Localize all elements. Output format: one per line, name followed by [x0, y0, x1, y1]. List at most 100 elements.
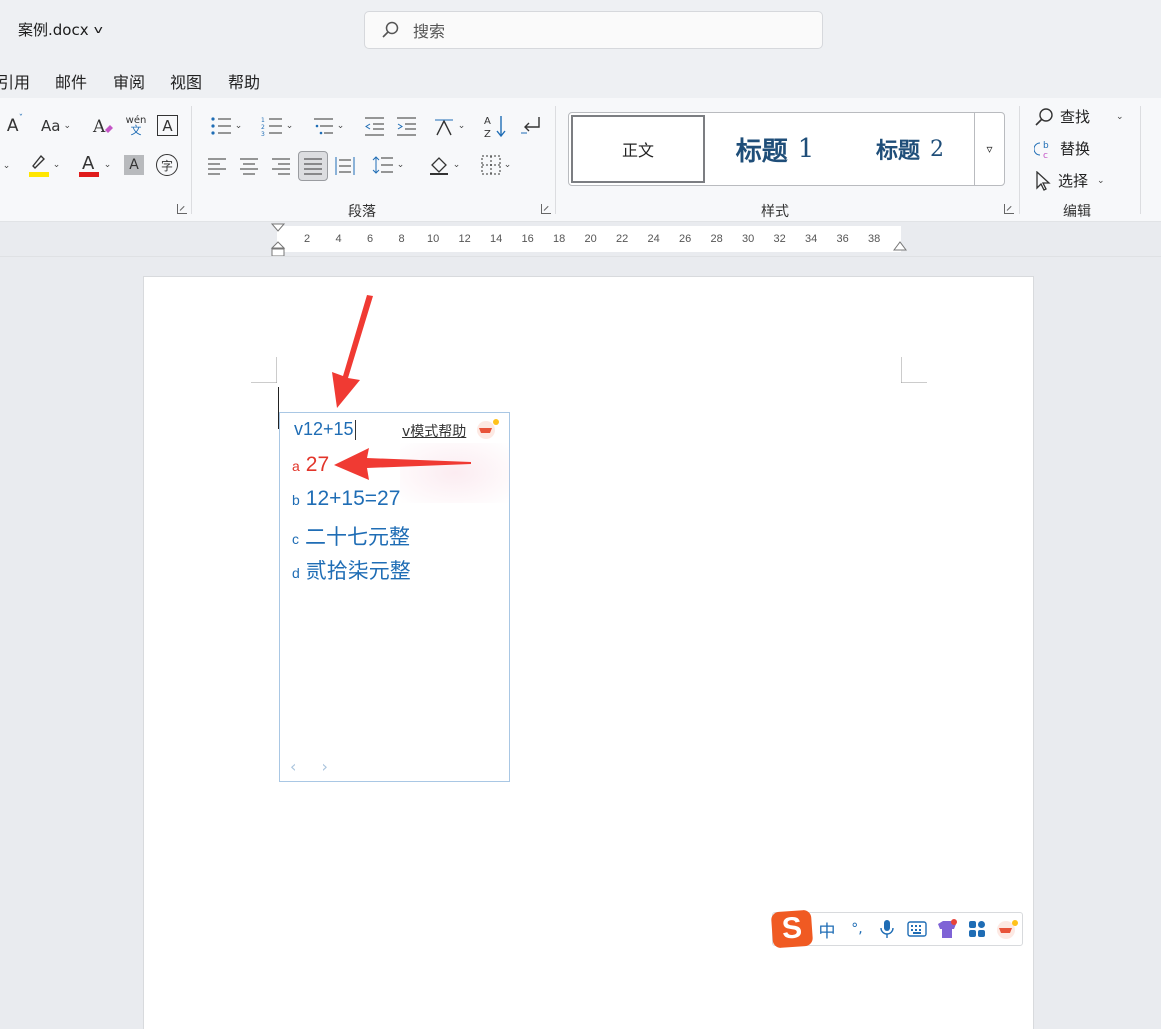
align-right-button[interactable] — [270, 155, 292, 177]
candidate-item-c[interactable]: c 二十七元整 — [292, 521, 410, 551]
language-toggle[interactable]: 中 — [812, 914, 842, 944]
tab-view[interactable]: 视图 — [170, 69, 202, 93]
styles-dialog-launcher[interactable] — [1004, 204, 1014, 214]
apps-icon[interactable] — [962, 914, 992, 944]
sort-button[interactable]: AZ — [482, 112, 508, 140]
divider — [191, 106, 192, 214]
chevron-down-icon: ⌄ — [452, 160, 461, 170]
keyboard-icon[interactable] — [902, 914, 932, 944]
font-dialog-launcher[interactable] — [177, 204, 187, 214]
svg-text:c: c — [1043, 151, 1048, 159]
candidate-page-nav[interactable]: ‹ › — [290, 757, 338, 776]
styles-more-button[interactable]: ▿ — [974, 113, 1004, 185]
multilevel-list-button[interactable]: ⌄ — [306, 114, 350, 138]
ruler-tick-label: 16 — [521, 233, 534, 245]
align-left-button[interactable] — [206, 155, 228, 177]
ruler-tick-label: 12 — [458, 233, 471, 245]
svg-text:b: b — [1043, 141, 1049, 151]
ruler-tick-label: 36 — [836, 233, 849, 245]
search-icon — [1035, 107, 1053, 126]
ime-composition-text: v12+15 — [294, 419, 356, 441]
chevron-down-icon: v — [93, 23, 103, 36]
chevron-down-icon: ⌄ — [1116, 111, 1124, 122]
style-heading-2[interactable]: 标题 2 — [847, 115, 973, 183]
svg-text:Z: Z — [484, 129, 491, 139]
chevron-down-icon: ⌄ — [63, 121, 71, 131]
right-indent-marker-icon[interactable] — [892, 238, 908, 252]
chevron-down-icon: ⌄ — [234, 121, 243, 131]
mic-icon[interactable] — [872, 914, 902, 944]
justify-button[interactable] — [298, 151, 328, 181]
increase-indent-button[interactable] — [394, 114, 418, 138]
sogou-logo[interactable]: S — [770, 909, 814, 949]
character-shading-label: A — [129, 157, 139, 173]
distributed-icon — [335, 157, 355, 175]
candidate-item-a[interactable]: a 27 — [292, 453, 329, 477]
borders-button[interactable]: ⌄ — [474, 153, 518, 177]
tab-help[interactable]: 帮助 — [228, 69, 260, 93]
line-spacing-button[interactable]: ⌄ — [366, 153, 410, 177]
align-right-icon — [272, 158, 290, 175]
tab-mailings[interactable]: 邮件 — [55, 69, 87, 93]
annotation-arrow — [332, 295, 373, 408]
replace-button[interactable]: bc 替换 — [1034, 138, 1090, 159]
margin-corner-mark — [251, 357, 277, 383]
numbering-button[interactable]: 123 ⌄ — [255, 114, 299, 138]
character-shading-button[interactable]: A — [124, 155, 144, 175]
pinyin-bottom: 文 — [130, 124, 142, 137]
ruler-tick-label: 4 — [335, 233, 342, 245]
shading-button[interactable]: ⌄ — [422, 153, 466, 177]
enclose-character-button[interactable]: 字 — [156, 154, 178, 176]
divider — [1019, 106, 1020, 214]
style-normal[interactable]: 正文 — [571, 115, 705, 183]
font-color-button[interactable]: A ⌄ — [72, 152, 116, 178]
v-mode-help-link[interactable]: v模式帮助 — [402, 421, 466, 441]
style-normal-label: 正文 — [621, 141, 654, 160]
text-direction-button[interactable]: ⌄ — [428, 114, 470, 138]
paragraph-dialog-launcher[interactable] — [541, 204, 551, 214]
ruler-tick-label: 38 — [868, 233, 881, 245]
multilevel-list-icon — [313, 118, 333, 135]
grow-font-button[interactable]: Aˇ — [4, 114, 26, 138]
select-button[interactable]: 选择 ⌄ — [1034, 170, 1105, 191]
svg-text:A: A — [92, 117, 106, 137]
decrease-indent-button[interactable] — [362, 114, 386, 138]
align-center-button[interactable] — [238, 155, 260, 177]
styles-gallery: 正文 标题 1 标题 2 ▿ — [568, 112, 1005, 186]
candidate-item-d[interactable]: d 贰拾柒元整 — [292, 555, 411, 585]
ime-input-value: v12+15 — [294, 419, 354, 439]
search-placeholder: 搜索 — [413, 22, 446, 41]
style-heading-2-number: 2 — [930, 136, 944, 162]
ruler-tick-label: 18 — [553, 233, 566, 245]
ruler-tick-label: 14 — [490, 233, 503, 245]
change-case-button[interactable]: Aa ⌄ — [37, 114, 75, 138]
candidate-item-b[interactable]: b 12+15=27 — [292, 487, 400, 511]
phonetic-guide-button[interactable]: wén 文 — [124, 112, 148, 140]
indent-marker-icon[interactable] — [270, 223, 286, 257]
distributed-button[interactable] — [334, 155, 356, 177]
bullets-button[interactable]: ⌄ — [204, 114, 248, 138]
style-heading-1-label: 标题 — [735, 136, 788, 167]
search-box[interactable]: 搜索 — [364, 11, 823, 49]
mascot-icon[interactable] — [992, 914, 1022, 944]
character-border-button[interactable]: A — [157, 115, 178, 136]
document-title-dropdown[interactable]: 案例.docx v — [18, 19, 103, 40]
tab-review[interactable]: 审阅 — [113, 69, 145, 93]
chevron-down-icon[interactable]: ⌄ — [0, 154, 11, 178]
punctuation-toggle[interactable]: °, — [842, 914, 872, 944]
ruler-tick-label: 30 — [742, 233, 755, 245]
shirt-icon[interactable] — [932, 914, 962, 944]
style-heading-1[interactable]: 标题 1 — [709, 115, 841, 183]
candidate-key: c — [292, 531, 299, 547]
replace-label: 替换 — [1060, 140, 1091, 158]
highlight-color-button[interactable]: ⌄ — [20, 152, 66, 178]
divider — [555, 106, 556, 214]
mascot-icon[interactable] — [476, 418, 500, 440]
horizontal-ruler[interactable]: 2 4 6 8 10 12 14 16 18 20 22 24 26 28 30 32 34 36 38 — [277, 226, 901, 252]
clear-formatting-button[interactable]: A — [91, 114, 115, 138]
find-button[interactable]: 查找 ⌄ — [1034, 106, 1124, 127]
tab-references[interactable]: 引用 — [0, 69, 30, 93]
candidate-key: b — [292, 492, 300, 508]
ruler-tick-label: 34 — [805, 233, 818, 245]
show-formatting-marks-button[interactable] — [518, 112, 544, 140]
